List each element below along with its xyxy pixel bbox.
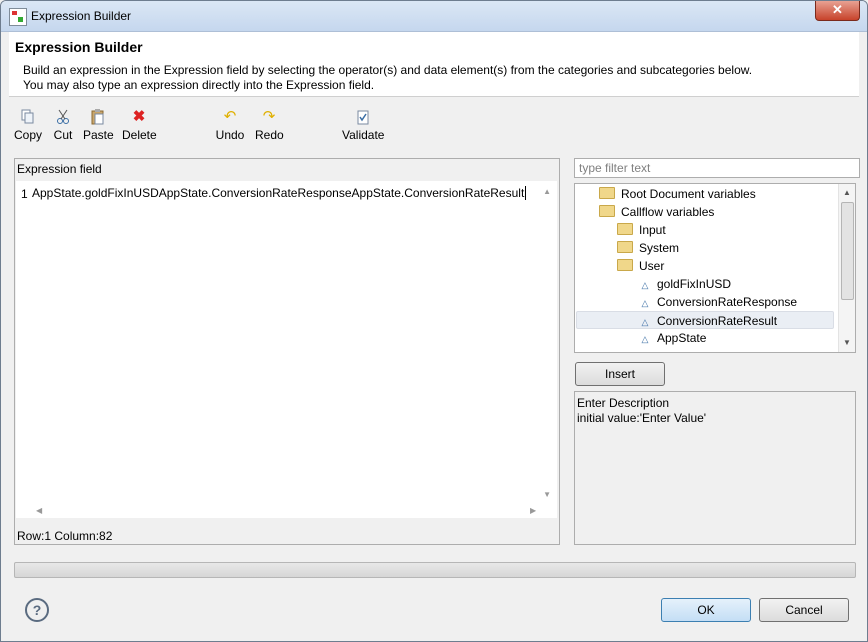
copy-label: Copy xyxy=(14,128,43,142)
ok-button[interactable]: OK xyxy=(661,598,751,622)
tree-item-appstate[interactable]: △ AppState xyxy=(639,329,707,347)
validate-button[interactable]: Validate xyxy=(342,109,384,145)
scroll-down-arrow-icon[interactable]: ▼ xyxy=(543,490,551,499)
description-line2: initial value:'Enter Value' xyxy=(577,411,707,425)
tree-item-label: goldFixInUSD xyxy=(657,277,732,291)
dialog-header: Expression Builder Build an expression i… xyxy=(9,32,859,97)
description-line1: Enter Description xyxy=(577,396,670,410)
folder-icon xyxy=(617,223,633,235)
tree-item-label: User xyxy=(639,259,665,273)
delete-x-icon: ✖ xyxy=(132,108,146,125)
expression-builder-window: Expression Builder ✕ Expression Builder … xyxy=(0,0,868,642)
expression-field-label: Expression field xyxy=(17,162,102,176)
variable-icon: △ xyxy=(641,280,649,290)
tree-item-conversionrateresponse[interactable]: △ ConversionRateResponse xyxy=(639,293,798,311)
insert-button[interactable]: Insert xyxy=(575,362,665,386)
variable-icon: △ xyxy=(641,298,649,308)
variable-icon: △ xyxy=(641,334,649,344)
tree-item-callflow-variables[interactable]: Callflow variables xyxy=(599,203,714,221)
tree-item-goldfixinusd[interactable]: △ goldFixInUSD xyxy=(639,275,732,293)
description-panel: Enter Description initial value:'Enter V… xyxy=(574,391,856,545)
validate-checklist-icon xyxy=(342,109,384,125)
header-description-line2: You may also type an expression directly… xyxy=(23,78,375,92)
tree-item-label: Input xyxy=(639,223,666,237)
delete-button[interactable]: ✖ Delete xyxy=(122,108,157,145)
delete-label: Delete xyxy=(122,128,157,142)
paste-label: Paste xyxy=(83,128,114,142)
page-title: Expression Builder xyxy=(15,39,143,55)
tree-item-conversionrateresult[interactable]: △ ConversionRateResult xyxy=(576,311,834,329)
header-description-line1: Build an expression in the Expression fi… xyxy=(23,63,753,77)
paste-button[interactable]: Paste xyxy=(83,109,114,145)
copy-icon xyxy=(14,109,42,125)
redo-button[interactable]: ↷ Redo xyxy=(255,108,284,145)
progress-bar xyxy=(14,562,856,578)
app-icon xyxy=(9,8,27,26)
copy-button[interactable]: Copy xyxy=(14,109,42,145)
scroll-down-arrow-icon[interactable]: ▼ xyxy=(843,338,851,347)
validate-label: Validate xyxy=(342,128,385,142)
tree-item-label: ConversionRateResult xyxy=(657,314,778,328)
redo-arrow-icon: ↷ xyxy=(262,108,276,125)
scroll-left-arrow-icon[interactable]: ◀ xyxy=(36,506,42,515)
tree-item-label: System xyxy=(639,241,680,255)
scrollbar-thumb[interactable] xyxy=(841,202,854,300)
window-title: Expression Builder xyxy=(31,9,132,23)
undo-arrow-icon: ↶ xyxy=(223,108,237,125)
undo-label: Undo xyxy=(215,128,245,142)
scroll-up-arrow-icon[interactable]: ▲ xyxy=(543,187,551,196)
filter-input[interactable]: type filter text xyxy=(574,158,860,178)
folder-icon xyxy=(599,205,615,217)
folder-icon xyxy=(617,241,633,253)
tree-item-label: AppState xyxy=(657,331,707,345)
tree-scrollbar[interactable]: ▲ ▼ xyxy=(838,184,855,352)
help-icon[interactable]: ? xyxy=(25,598,49,622)
cursor-status: Row:1 Column:82 xyxy=(17,529,113,543)
tree-item-user[interactable]: User xyxy=(617,257,664,275)
tree-item-system[interactable]: System xyxy=(617,239,679,257)
clipboard-icon xyxy=(83,109,113,125)
tree-item-root-document-variables[interactable]: Root Document variables xyxy=(599,185,756,203)
scissors-icon xyxy=(52,109,74,125)
cut-button[interactable]: Cut xyxy=(52,109,74,145)
tree-item-label: Callflow variables xyxy=(621,205,715,219)
folder-icon xyxy=(599,187,615,199)
scroll-up-arrow-icon[interactable]: ▲ xyxy=(843,188,851,197)
tree-item-label: ConversionRateResponse xyxy=(657,295,798,309)
expression-panel: Expression field 1 AppState.goldFixInUSD… xyxy=(14,158,560,545)
cancel-button[interactable]: Cancel xyxy=(759,598,849,622)
undo-button[interactable]: ↶ Undo xyxy=(215,109,245,145)
redo-label: Redo xyxy=(255,128,284,142)
tree-item-label: Root Document variables xyxy=(621,187,756,201)
cut-label: Cut xyxy=(53,128,73,142)
folder-icon xyxy=(617,259,633,271)
variable-tree[interactable]: Root Document variables Callflow variabl… xyxy=(574,183,856,353)
title-bar: Expression Builder ✕ xyxy=(1,1,867,32)
expression-editor[interactable]: 1 AppState.goldFixInUSDAppState.Conversi… xyxy=(16,181,557,518)
tree-item-input[interactable]: Input xyxy=(617,221,666,239)
expression-text[interactable]: AppState.goldFixInUSDAppState.Conversion… xyxy=(32,186,527,200)
line-number: 1 xyxy=(21,187,28,201)
scroll-right-arrow-icon[interactable]: ▶ xyxy=(530,506,536,515)
close-button[interactable]: ✕ xyxy=(815,1,860,21)
